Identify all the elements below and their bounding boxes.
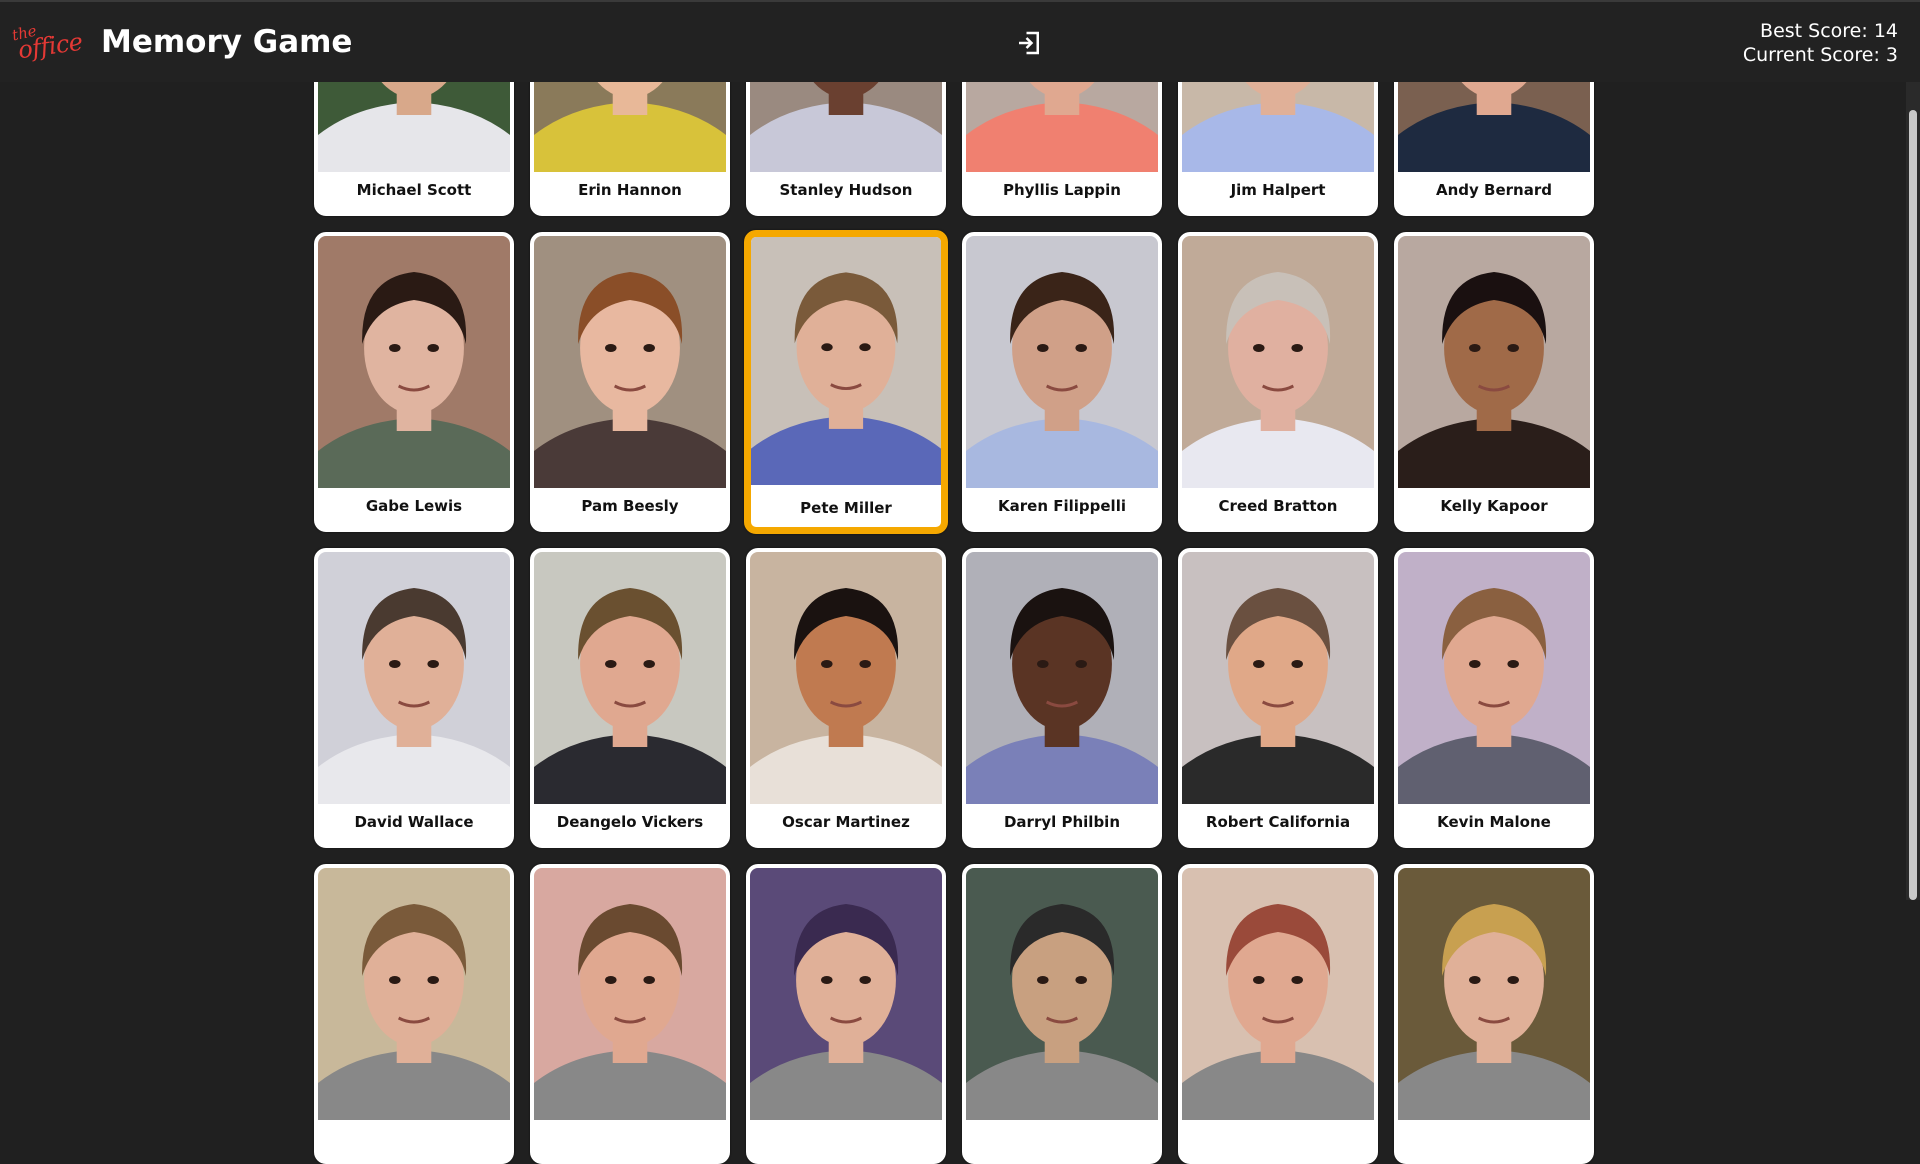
character-photo: [750, 868, 942, 1120]
character-photo: [966, 868, 1158, 1120]
character-card[interactable]: Oscar Martinez: [746, 548, 946, 848]
character-photo: [966, 236, 1158, 488]
the-office-logo: the office: [10, 22, 94, 65]
sign-in-arrow-icon[interactable]: [1014, 28, 1044, 58]
character-photo: [1398, 552, 1590, 804]
score-panel: Best Score: 14 Current Score: 3: [1743, 19, 1898, 67]
character-name: Kelly Kapoor: [1440, 497, 1548, 515]
character-name: Creed Bratton: [1218, 497, 1338, 515]
character-photo: [750, 552, 942, 804]
character-card[interactable]: Deangelo Vickers: [530, 548, 730, 848]
top-bar: the office Memory Game Best Score: 14 Cu…: [0, 0, 1920, 82]
character-name: Darryl Philbin: [1003, 813, 1121, 831]
character-name: David Wallace: [354, 813, 474, 831]
character-photo: [1398, 868, 1590, 1120]
character-name: [750, 1116, 942, 1160]
character-name: Erin Hannon: [578, 181, 682, 199]
character-card[interactable]: Creed Bratton: [1178, 232, 1378, 532]
character-name: Pam Beesly: [581, 497, 679, 515]
character-name: Stanley Hudson: [779, 181, 913, 199]
character-name: [1398, 1116, 1590, 1160]
character-name: [318, 1116, 510, 1160]
app-title: Memory Game: [101, 24, 353, 60]
character-card[interactable]: Karen Filippelli: [962, 232, 1162, 532]
character-name: Michael Scott: [356, 181, 472, 199]
character-name: Kevin Malone: [1437, 813, 1551, 831]
card-grid: Michael Scott Erin Hannon Stanley Hudson Ph…: [0, 0, 1906, 1164]
character-name: Deangelo Vickers: [556, 813, 704, 831]
character-card[interactable]: David Wallace: [314, 548, 514, 848]
character-card[interactable]: Robert California: [1178, 548, 1378, 848]
character-card[interactable]: Gabe Lewis: [314, 232, 514, 532]
character-card[interactable]: [962, 864, 1162, 1164]
character-card[interactable]: Kevin Malone: [1394, 548, 1594, 848]
character-photo: [318, 552, 510, 804]
character-name: [966, 1116, 1158, 1160]
character-name: [534, 1116, 726, 1160]
character-photo: [534, 236, 726, 488]
character-card[interactable]: [314, 864, 514, 1164]
character-name: Pete Miller: [800, 499, 892, 517]
character-name: Phyllis Lappin: [1002, 181, 1121, 199]
character-name: Karen Filippelli: [998, 497, 1126, 515]
character-card[interactable]: [1178, 864, 1378, 1164]
character-name: Robert California: [1205, 813, 1351, 831]
character-name: Oscar Martinez: [782, 813, 910, 831]
character-card[interactable]: Darryl Philbin: [962, 548, 1162, 848]
character-card[interactable]: [1394, 864, 1594, 1164]
character-photo: [534, 868, 726, 1120]
character-name: Andy Bernard: [1436, 181, 1552, 199]
character-photo: [318, 236, 510, 488]
character-photo: [1398, 236, 1590, 488]
best-score: Best Score: 14: [1760, 20, 1898, 42]
character-name: Jim Halpert: [1230, 181, 1326, 199]
character-photo: [1182, 552, 1374, 804]
character-photo: [534, 552, 726, 804]
character-card[interactable]: Pete Miller: [744, 230, 948, 534]
current-score: Current Score: 3: [1742, 44, 1898, 66]
character-card[interactable]: [530, 864, 730, 1164]
character-photo: [1182, 868, 1374, 1120]
scrollbar-thumb[interactable]: [1909, 110, 1917, 900]
character-photo: [751, 237, 941, 485]
character-name: Gabe Lewis: [365, 497, 463, 515]
character-card[interactable]: [746, 864, 946, 1164]
character-card[interactable]: Pam Beesly: [530, 232, 730, 532]
page-scrollbar[interactable]: [1906, 82, 1920, 900]
character-photo: [318, 868, 510, 1120]
character-photo: [966, 552, 1158, 804]
character-photo: [1182, 236, 1374, 488]
character-card[interactable]: Kelly Kapoor: [1394, 232, 1594, 532]
character-name: [1182, 1116, 1374, 1160]
